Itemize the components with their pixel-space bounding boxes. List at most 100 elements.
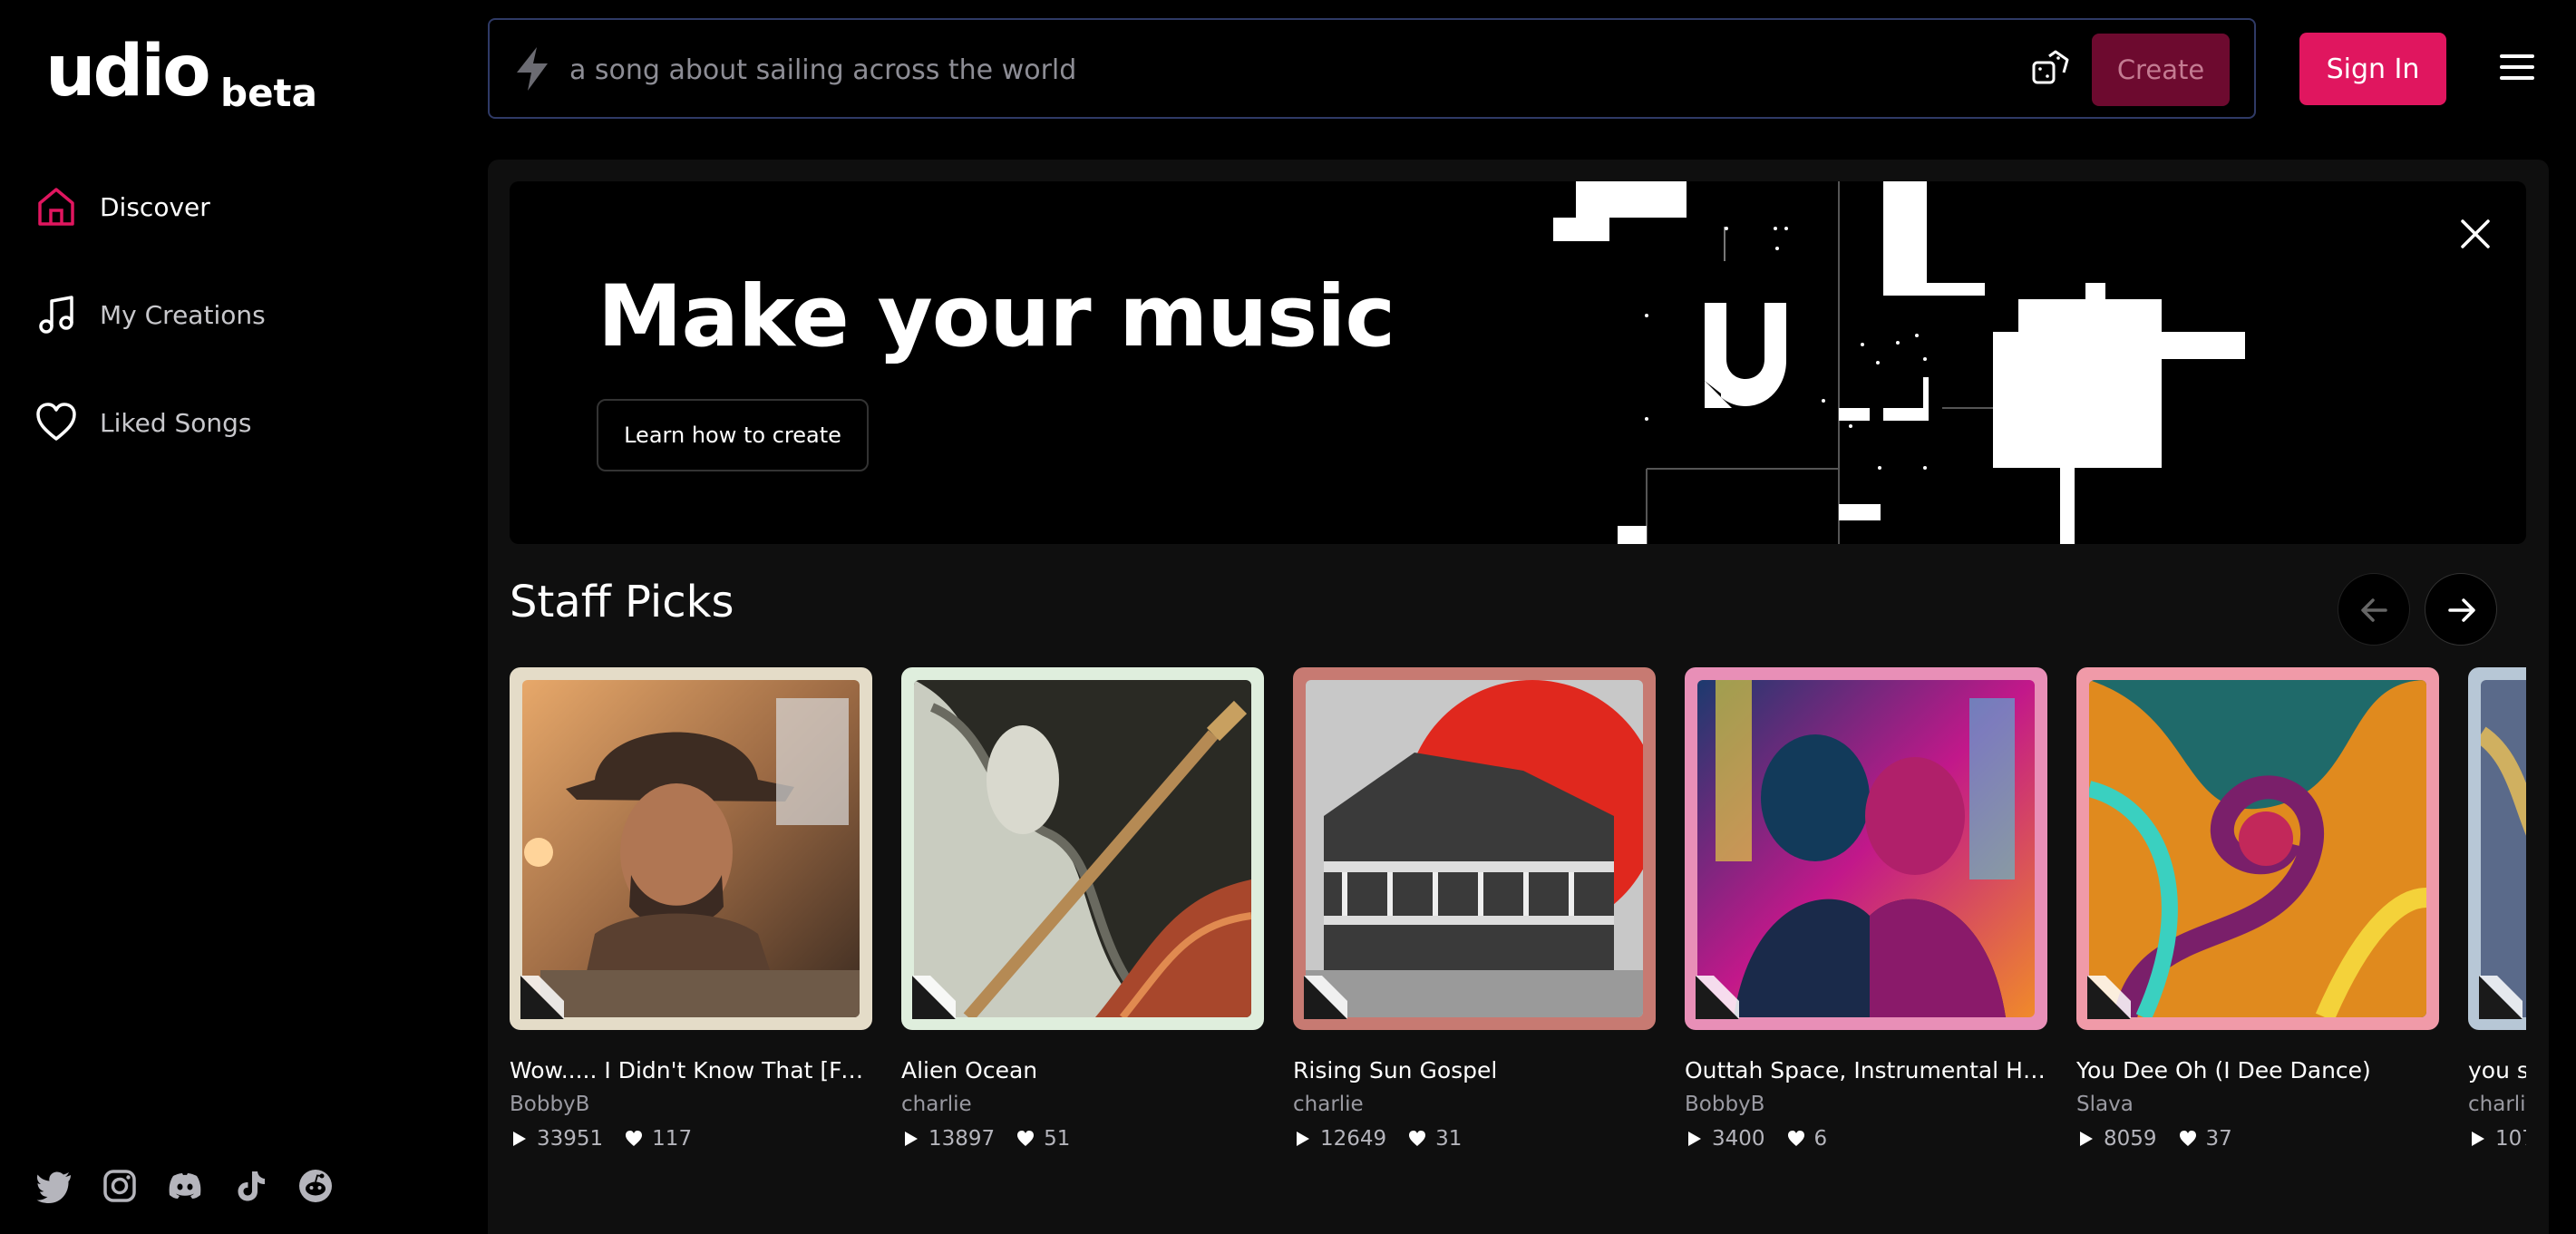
learn-how-to-create-button[interactable]: Learn how to create <box>597 399 869 471</box>
discord-icon[interactable] <box>167 1168 203 1204</box>
song-cover[interactable] <box>2076 667 2439 1030</box>
song-card[interactable]: You Dee Oh (I Dee Dance) Slava 8059 37 <box>2076 667 2439 1151</box>
song-title[interactable]: Wow..... I Didn't Know That [Full... <box>510 1057 872 1083</box>
staff-picks-carousel: Wow..... I Didn't Know That [Full... Bob… <box>510 667 2526 1175</box>
like-count: 31 <box>1435 1127 1463 1151</box>
play-icon[interactable] <box>901 1130 919 1148</box>
cover-art-alien-guitar <box>914 680 1251 1017</box>
song-card[interactable]: Rising Sun Gospel charlie 12649 31 <box>1293 667 1656 1151</box>
song-card[interactable]: Wow..... I Didn't Know That [Full... Bob… <box>510 667 872 1151</box>
music-note-icon <box>39 296 73 334</box>
close-icon[interactable] <box>2459 218 2492 250</box>
udio-corner-mark-icon <box>1696 976 1739 1019</box>
sidebar-item-discover[interactable]: Discover <box>34 180 210 234</box>
song-artist[interactable]: charlie <box>901 1093 1264 1116</box>
dice-icon[interactable] <box>2031 49 2071 89</box>
song-title[interactable]: Rising Sun Gospel <box>1293 1057 1656 1083</box>
play-icon[interactable] <box>2468 1130 2486 1148</box>
song-stats: 3400 6 <box>1685 1127 2047 1151</box>
logo-wordmark: udio <box>45 31 211 112</box>
sidebar-item-my-creations[interactable]: My Creations <box>34 287 266 342</box>
cover-art-neon-couple <box>1697 680 2035 1017</box>
udio-corner-mark-icon <box>912 976 956 1019</box>
create-button[interactable]: Create <box>2092 34 2230 106</box>
song-card[interactable]: Outtah Space, Instrumental Hip... BobbyB… <box>1685 667 2047 1151</box>
song-artist[interactable]: Slava <box>2076 1093 2439 1116</box>
play-count: 3400 <box>1712 1127 1765 1151</box>
play-icon[interactable] <box>1685 1130 1703 1148</box>
song-title[interactable]: Alien Ocean <box>901 1057 1264 1083</box>
social-links <box>36 1168 334 1204</box>
heart-icon[interactable] <box>1016 1130 1035 1148</box>
instagram-icon[interactable] <box>102 1168 138 1204</box>
like-count: 117 <box>652 1127 693 1151</box>
carousel-next-button[interactable] <box>2425 573 2497 646</box>
sign-in-button[interactable]: Sign In <box>2299 33 2446 105</box>
heart-icon[interactable] <box>2179 1130 2197 1148</box>
udio-corner-mark-icon <box>520 976 564 1019</box>
song-card[interactable]: Alien Ocean charlie 13897 51 <box>901 667 1264 1151</box>
logo-beta-badge: beta <box>220 71 317 115</box>
heart-icon[interactable] <box>1787 1130 1805 1148</box>
song-stats: 33951 117 <box>510 1127 872 1151</box>
carousel-prev-button[interactable] <box>2338 573 2410 646</box>
sidebar-item-label: My Creations <box>100 299 266 330</box>
like-count: 51 <box>1044 1127 1071 1151</box>
cover-art-haunted-house <box>1306 680 1643 1017</box>
twitter-icon[interactable] <box>36 1168 73 1204</box>
hero-title: Make your music <box>598 267 1395 366</box>
play-icon[interactable] <box>2076 1130 2095 1148</box>
cover-art-partial <box>2481 680 2526 1017</box>
tiktok-icon[interactable] <box>232 1168 268 1204</box>
udio-corner-mark-icon <box>1304 976 1347 1019</box>
hamburger-menu-icon[interactable] <box>2500 53 2534 82</box>
play-count: 13897 <box>928 1127 996 1151</box>
home-icon <box>38 188 74 226</box>
song-stats: 8059 37 <box>2076 1127 2439 1151</box>
like-count: 37 <box>2205 1127 2232 1151</box>
song-stats: 12649 31 <box>1293 1127 1656 1151</box>
cover-art-cowboy <box>522 680 860 1017</box>
sidebar-item-liked-songs[interactable]: Liked Songs <box>34 395 252 450</box>
sidebar-item-label: Discover <box>100 191 210 222</box>
play-count: 12649 <box>1320 1127 1387 1151</box>
heart-icon[interactable] <box>1408 1130 1426 1148</box>
arrow-left-icon <box>2361 598 2387 622</box>
song-cover[interactable] <box>1293 667 1656 1030</box>
arrow-right-icon <box>2448 598 2475 622</box>
song-cover[interactable] <box>1685 667 2047 1030</box>
udio-corner-mark-icon <box>2087 976 2131 1019</box>
song-stats: 107 <box>2468 1127 2526 1151</box>
play-count: 8059 <box>2104 1127 2157 1151</box>
staff-picks-heading: Staff Picks <box>510 577 734 627</box>
song-cover[interactable] <box>901 667 1264 1030</box>
like-count: 6 <box>1813 1127 1828 1151</box>
play-icon[interactable] <box>1293 1130 1311 1148</box>
udio-logo[interactable]: udio beta <box>45 36 317 115</box>
sidebar: udio beta Discover My Creations Liked So… <box>0 0 488 1234</box>
main-panel: Make your music Learn how to create Staf… <box>488 160 2549 1234</box>
cover-art-psychedelic-swirl <box>2089 680 2426 1017</box>
song-title[interactable]: Outtah Space, Instrumental Hip... <box>1685 1057 2047 1083</box>
play-count: 33951 <box>537 1127 604 1151</box>
udio-corner-mark-icon <box>2479 976 2523 1019</box>
song-artist[interactable]: charli <box>2468 1093 2526 1116</box>
hero-banner: Make your music Learn how to create <box>510 181 2526 544</box>
song-title[interactable]: You Dee Oh (I Dee Dance) <box>2076 1057 2439 1083</box>
play-icon[interactable] <box>510 1130 528 1148</box>
play-count: 107 <box>2495 1127 2526 1151</box>
song-artist[interactable]: charlie <box>1293 1093 1656 1116</box>
song-prompt-input[interactable] <box>569 47 1930 92</box>
lightning-icon <box>517 47 548 91</box>
song-stats: 13897 51 <box>901 1127 1264 1151</box>
song-cover[interactable] <box>510 667 872 1030</box>
song-artist[interactable]: BobbyB <box>510 1093 872 1116</box>
sidebar-item-label: Liked Songs <box>100 407 252 438</box>
prompt-bar: Create <box>488 18 2256 119</box>
reddit-icon[interactable] <box>297 1168 334 1204</box>
heart-icon[interactable] <box>625 1130 643 1148</box>
song-title[interactable]: you s <box>2468 1057 2526 1083</box>
song-cover[interactable] <box>2468 667 2526 1030</box>
song-card[interactable]: you s charli 107 <box>2468 667 2526 1151</box>
song-artist[interactable]: BobbyB <box>1685 1093 2047 1116</box>
